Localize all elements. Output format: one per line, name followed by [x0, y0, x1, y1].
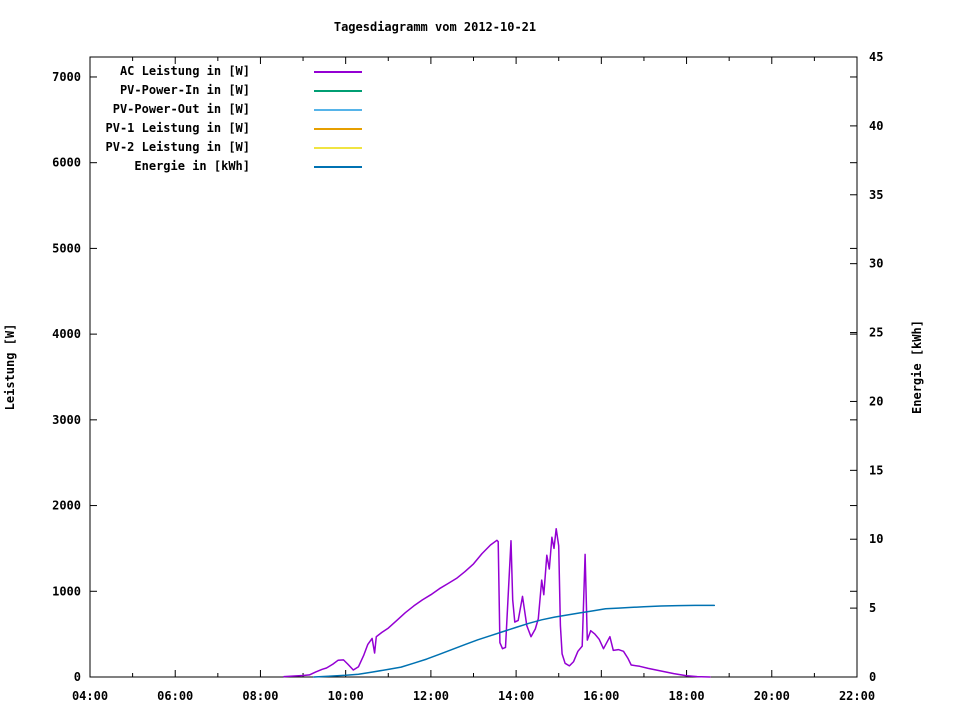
- legend-row: PV-Power-In in [W]: [0, 81, 380, 100]
- y-left-tick-label: 1000: [52, 584, 81, 598]
- x-tick-label: 18:00: [668, 689, 704, 703]
- legend-row: PV-1 Leistung in [W]: [0, 119, 380, 138]
- x-tick-label: 10:00: [328, 689, 364, 703]
- y-right-tick-label: 45: [869, 50, 883, 64]
- legend-line-sample: [314, 90, 362, 92]
- legend-label: PV-Power-Out in [W]: [112, 102, 250, 116]
- x-tick-label: 04:00: [72, 689, 108, 703]
- x-tick-label: 22:00: [839, 689, 875, 703]
- legend-line-sample: [314, 109, 362, 111]
- y-left-tick-label: 5000: [52, 241, 81, 255]
- legend-label: PV-Power-In in [W]: [119, 83, 250, 97]
- y-right-tick-label: 0: [869, 670, 876, 684]
- legend-row: Energie in [kWh]: [0, 157, 380, 176]
- chart-canvas: Tagesdiagramm vom 2012-10-21 Leistung [W…: [0, 0, 960, 720]
- y-left-tick-label: 3000: [52, 413, 81, 427]
- x-tick-label: 16:00: [583, 689, 619, 703]
- y-right-tick-label: 5: [869, 601, 876, 615]
- y-right-tick-label: 30: [869, 257, 883, 271]
- x-tick-label: 14:00: [498, 689, 534, 703]
- legend-label: PV-1 Leistung in [W]: [105, 121, 251, 135]
- x-tick-label: 06:00: [157, 689, 193, 703]
- legend-row: AC Leistung in [W]: [0, 62, 380, 81]
- y-left-tick-label: 4000: [52, 327, 81, 341]
- legend-line-sample: [314, 147, 362, 149]
- series-ac-leistung-in-w-: [283, 527, 711, 678]
- legend-label: AC Leistung in [W]: [119, 64, 250, 78]
- y-right-tick-label: 35: [869, 188, 883, 202]
- x-tick-label: 20:00: [754, 689, 790, 703]
- legend-row: PV-Power-Out in [W]: [0, 100, 380, 119]
- legend-line-sample: [314, 71, 362, 73]
- y-right-tick-label: 20: [869, 394, 883, 408]
- x-tick-label: 08:00: [242, 689, 278, 703]
- legend: AC Leistung in [W] PV-Power-In in [W] PV-P…: [0, 62, 380, 176]
- legend-line-sample: [314, 128, 362, 130]
- y-left-tick-label: 2000: [52, 499, 81, 513]
- legend-line-sample: [314, 166, 362, 168]
- y-left-tick-label: 0: [74, 670, 81, 684]
- y-right-tick-label: 25: [869, 326, 883, 340]
- y-right-tick-label: 10: [869, 532, 883, 546]
- legend-row: PV-2 Leistung in [W]: [0, 138, 380, 157]
- x-tick-label: 12:00: [413, 689, 449, 703]
- y-right-tick-label: 15: [869, 463, 883, 477]
- y-right-tick-label: 40: [869, 119, 883, 133]
- legend-label: Energie in [kWh]: [134, 159, 250, 173]
- legend-label: PV-2 Leistung in [W]: [105, 140, 251, 154]
